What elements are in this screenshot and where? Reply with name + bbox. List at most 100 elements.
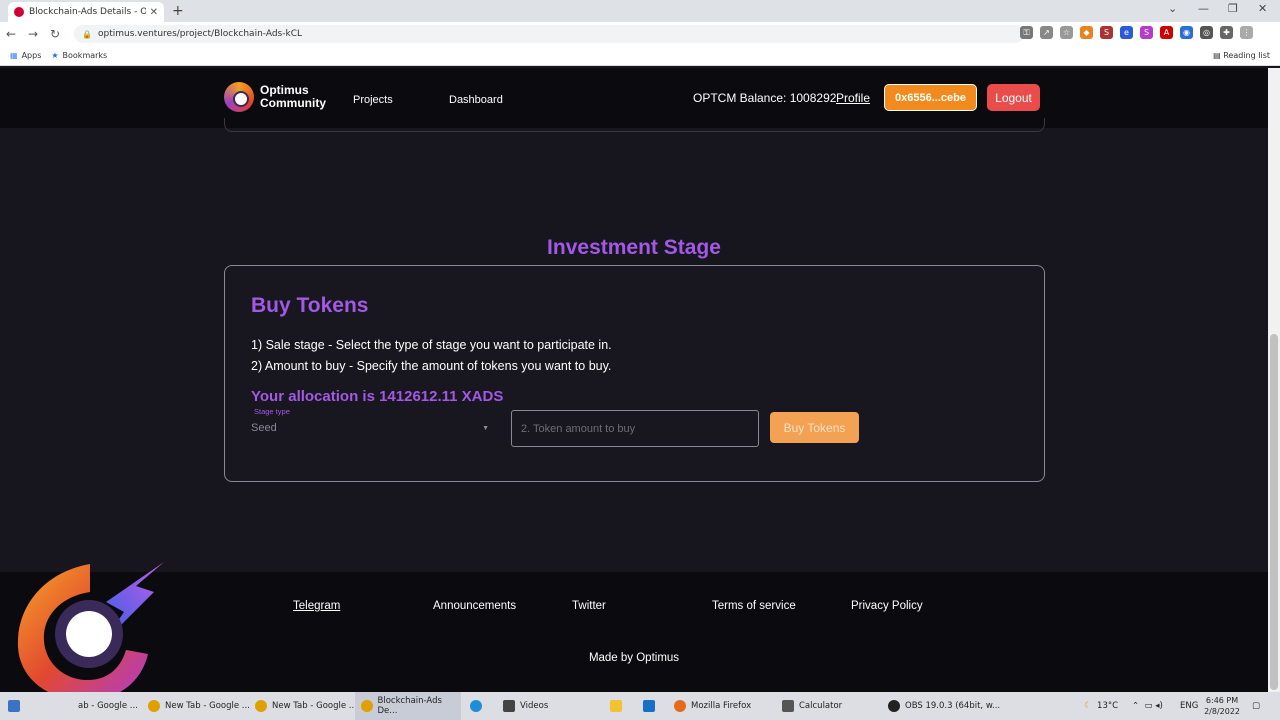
optimus-logo-icon <box>224 82 254 112</box>
made-by-text: Made by Optimus <box>588 652 680 664</box>
windows-icon <box>8 700 20 712</box>
close-tab-icon[interactable]: ✕ <box>150 7 158 18</box>
language-indicator[interactable]: ENG <box>1180 692 1198 720</box>
tray-icons[interactable]: ⌃ ▭ ◂) <box>1132 692 1163 720</box>
browser-tab-active[interactable]: Blockchain-Ads Details - Optimus Communi… <box>8 2 164 22</box>
key-icon[interactable]: ⚿ <box>1020 26 1033 39</box>
back-icon[interactable]: ← <box>0 27 22 41</box>
extension-e-icon[interactable]: e <box>1120 26 1133 39</box>
share-icon[interactable]: ↗ <box>1040 26 1053 39</box>
metamask-icon[interactable]: ◆ <box>1080 26 1093 39</box>
forward-icon[interactable]: → <box>22 27 44 41</box>
extension-circle-icon[interactable]: ◎ <box>1200 26 1213 39</box>
apps-grid-icon: ▦ <box>10 51 18 60</box>
moon-icon: ☾ <box>1084 701 1092 711</box>
volume-icon: ◂) <box>1155 701 1163 711</box>
wallet-address-button[interactable]: 0x6556...cebe <box>884 84 977 111</box>
footer-twitter-link[interactable]: Twitter <box>572 600 606 612</box>
optimus-watermark-logo-icon <box>17 562 164 701</box>
tab-search-icon[interactable]: ⌄ <box>1168 2 1177 15</box>
footer-announcements-link[interactable]: Announcements <box>433 600 516 612</box>
taskbar-obs[interactable]: OBS 19.0.3 (64bit, w... <box>888 692 1000 720</box>
stage-type-label: Stage type <box>254 407 290 416</box>
buy-tokens-card: Buy Tokens 1) Sale stage - Select the ty… <box>224 265 1045 482</box>
firefox-icon <box>674 700 686 712</box>
bookmark-bookmarks[interactable]: ★ Bookmarks <box>51 51 107 60</box>
allocation-text: Your allocation is 1412612.11 XADS <box>251 388 504 405</box>
page-scrollbar[interactable] <box>1268 68 1280 692</box>
footer-telegram-link[interactable]: Telegram <box>293 600 340 612</box>
token-balance: OPTCM Balance: 1008292 <box>693 91 837 105</box>
chevron-up-icon: ⌃ <box>1132 701 1140 711</box>
instruction-sale-stage: 1) Sale stage - Select the type of stage… <box>251 338 612 352</box>
calculator-icon <box>782 700 794 712</box>
star-icon[interactable]: ☆ <box>1060 26 1073 39</box>
footer-privacy-link[interactable]: Privacy Policy <box>851 600 923 612</box>
url-text: optimus.ventures/project/Blockchain-Ads-… <box>97 29 302 39</box>
bookmarks-bar: ▦ Apps ★ Bookmarks ▤ Reading list <box>0 46 1280 66</box>
taskbar-explorer[interactable] <box>610 692 622 720</box>
stage-type-value: Seed <box>251 422 277 434</box>
site-favicon-icon <box>14 7 24 17</box>
previous-card-edge <box>224 118 1045 132</box>
extension-globe-icon[interactable]: ◉ <box>1180 26 1193 39</box>
footer-terms-link[interactable]: Terms of service <box>712 600 796 612</box>
taskbar-chrome-active[interactable]: Blockchain-Ads De... <box>355 692 461 720</box>
address-bar[interactable]: 🔒 optimus.ventures/project/Blockchain-Ad… <box>74 25 1024 43</box>
bookmark-star-icon: ★ <box>51 51 59 60</box>
browser-tab-strip: Blockchain-Ads Details - Optimus Communi… <box>0 0 1280 22</box>
taskbar-firefox[interactable]: Mozilla Firefox <box>674 692 751 720</box>
nav-projects[interactable]: Projects <box>353 94 393 106</box>
close-window-icon[interactable]: ✕ <box>1258 2 1267 15</box>
taskbar-chrome-1[interactable]: ab - Google ... <box>78 692 138 720</box>
puzzle-icon[interactable]: ✚ <box>1220 26 1233 39</box>
edge-icon <box>470 700 482 712</box>
token-amount-input[interactable] <box>511 410 759 447</box>
reload-icon[interactable]: ↻ <box>44 27 66 41</box>
section-title: Investment Stage <box>547 236 721 259</box>
site-logo[interactable]: Optimus Community <box>224 82 326 112</box>
chrome-icon <box>255 700 267 712</box>
restore-icon[interactable]: ❐ <box>1228 2 1238 15</box>
profile-link[interactable]: Profile <box>836 91 870 105</box>
taskbar-calculator[interactable]: Calculator <box>782 692 842 720</box>
weather-tray[interactable]: ☾ 13°C <box>1084 692 1118 720</box>
menu-dots-icon[interactable]: ⋮ <box>1240 26 1253 39</box>
nav-dashboard[interactable]: Dashboard <box>449 94 503 106</box>
video-icon <box>503 700 515 712</box>
browser-toolbar: ← → ↻ 🔒 optimus.ventures/project/Blockch… <box>0 22 1280 46</box>
instruction-amount: 2) Amount to buy - Specify the amount of… <box>251 359 612 373</box>
logo-line-2: Community <box>260 96 326 110</box>
taskbar-chrome-2[interactable]: New Tab - Google ... <box>148 692 250 720</box>
system-clock[interactable]: 6:46 PM 2/8/2022 <box>1204 695 1240 717</box>
dropdown-arrow-icon: ▼ <box>482 424 489 432</box>
network-icon: ▭ <box>1144 701 1153 711</box>
logout-button[interactable]: Logout <box>987 84 1040 111</box>
extension-s-icon[interactable]: S <box>1100 26 1113 39</box>
reading-list[interactable]: ▤ Reading list <box>1213 51 1270 60</box>
card-title: Buy Tokens <box>251 294 369 317</box>
notifications-icon[interactable]: ▢ <box>1252 692 1260 720</box>
minimize-icon[interactable]: — <box>1198 2 1209 15</box>
chrome-icon <box>148 700 160 712</box>
chrome-icon <box>361 700 373 712</box>
start-button[interactable] <box>8 692 20 720</box>
mail-icon <box>643 700 655 712</box>
lock-icon: 🔒 <box>82 29 92 39</box>
taskbar-mail[interactable] <box>643 692 655 720</box>
taskbar-chrome-3[interactable]: New Tab - Google ... <box>255 692 357 720</box>
taskbar-videos[interactable]: Videos <box>503 692 548 720</box>
taskbar-edge[interactable] <box>470 692 482 720</box>
buy-tokens-button[interactable]: Buy Tokens <box>770 412 859 443</box>
extension-purple-icon[interactable]: S <box>1140 26 1153 39</box>
bookmark-apps[interactable]: ▦ Apps <box>10 51 41 60</box>
stage-type-select[interactable]: Seed ▼ <box>251 416 491 440</box>
extension-icons: ⚿ ↗ ☆ ◆ S e S A ◉ ◎ ✚ ⋮ <box>1020 26 1253 39</box>
windows-taskbar: ab - Google ... New Tab - Google ... New… <box>0 692 1280 720</box>
scrollbar-thumb[interactable] <box>1270 334 1278 690</box>
pdf-icon[interactable]: A <box>1160 26 1173 39</box>
folder-icon <box>610 700 622 712</box>
new-tab-icon[interactable]: + <box>172 3 184 19</box>
tab-title: Blockchain-Ads Details - Optimus Communi… <box>29 7 146 17</box>
reading-list-icon: ▤ <box>1213 51 1224 60</box>
